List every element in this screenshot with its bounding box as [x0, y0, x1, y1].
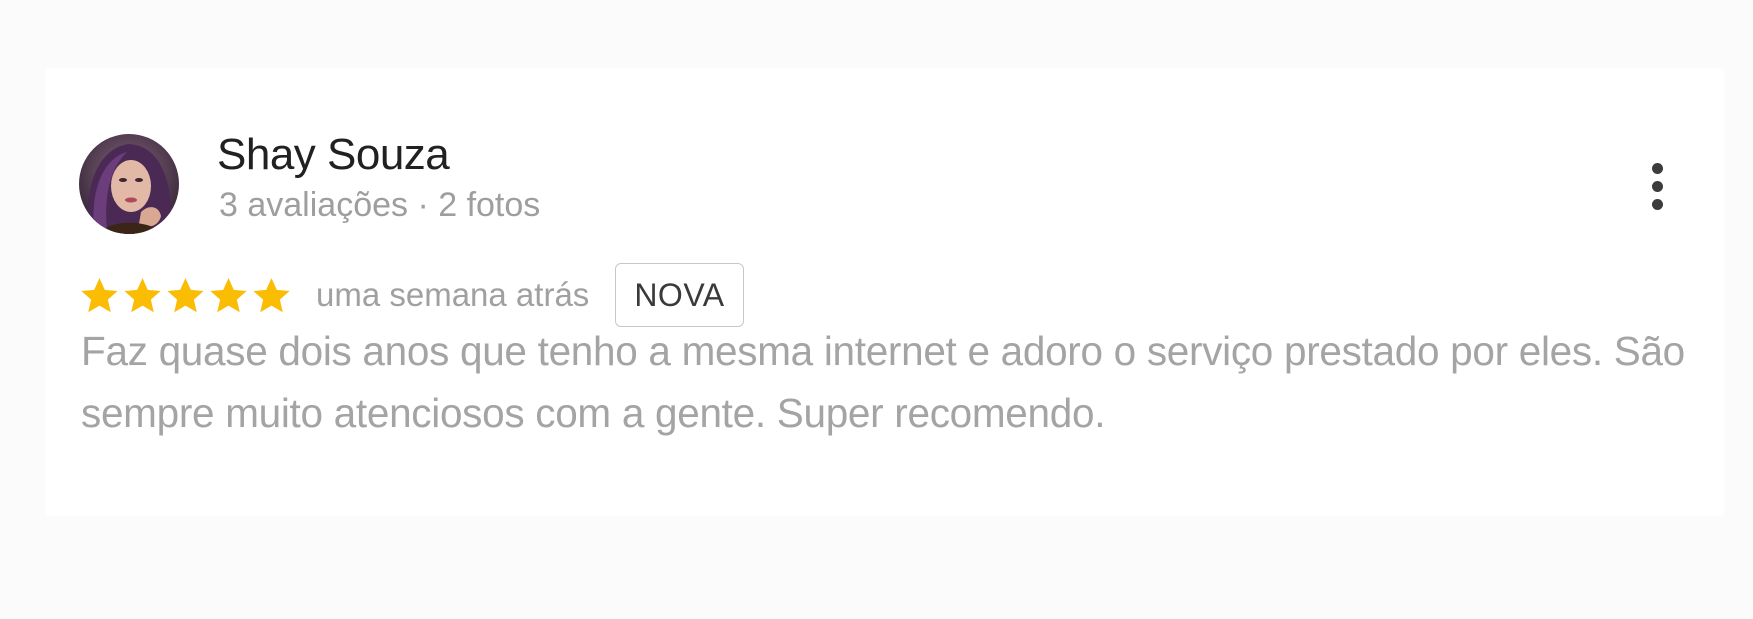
new-badge: NOVA: [615, 263, 744, 327]
avatar-photo: [79, 134, 179, 234]
star-icon: [208, 275, 249, 316]
star-icon: [165, 275, 206, 316]
more-options-button[interactable]: [1637, 156, 1677, 216]
star-icon: [79, 275, 120, 316]
review-date: uma semana atrás: [316, 276, 590, 313]
star-icon: [251, 275, 292, 316]
review-card: Shay Souza 3 avaliações · 2 fotos uma se…: [45, 68, 1725, 516]
star-rating: [79, 275, 292, 316]
star-icon: [122, 275, 163, 316]
avatar[interactable]: [79, 134, 179, 234]
more-vert-icon: [1651, 162, 1663, 174]
review-text: Faz quase dois anos que tenho a mesma in…: [81, 328, 1685, 436]
reviewer-name[interactable]: Shay Souza: [217, 130, 450, 180]
reviewer-stats: 3 avaliações · 2 fotos: [219, 186, 541, 224]
page: Shay Souza 3 avaliações · 2 fotos uma se…: [0, 0, 1753, 619]
